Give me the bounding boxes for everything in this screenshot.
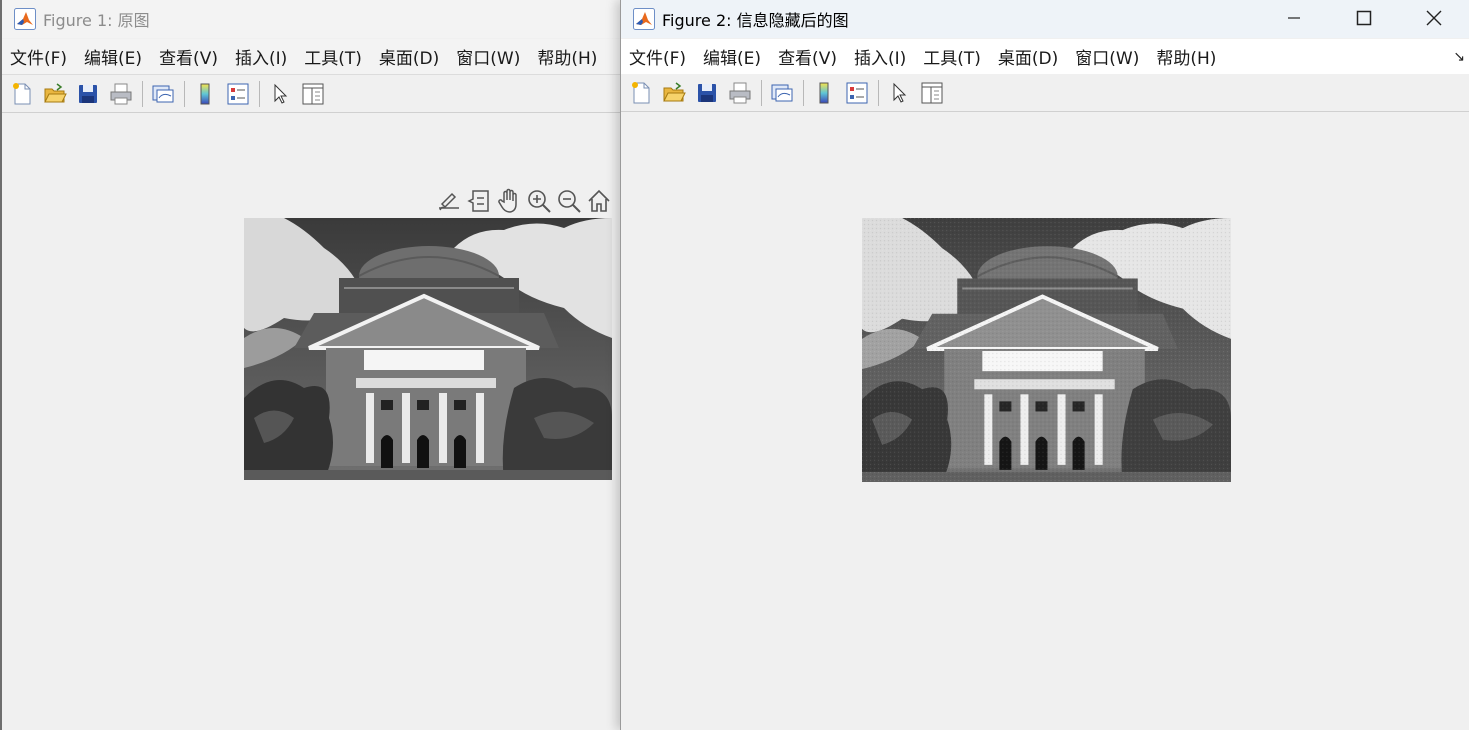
toolbar-separator [259,80,260,107]
open-file-icon[interactable] [41,80,69,108]
figure2-titlebar[interactable]: Figure 2: 信息隐藏后的图 [621,0,1469,38]
toolbar-separator [878,79,879,106]
zoom-in-icon[interactable] [524,186,554,216]
save-icon[interactable] [74,80,102,108]
toolbar-separator [803,79,804,106]
window-controls [1259,0,1469,36]
data-tips-icon[interactable] [464,186,494,216]
figure1-titlebar[interactable]: Figure 1: 原图 [2,0,622,38]
minimize-button[interactable] [1259,0,1329,36]
maximize-icon [1356,10,1372,26]
print-icon[interactable] [726,79,754,107]
toolbar-separator [184,80,185,107]
brush-data-icon[interactable] [434,186,464,216]
toolbar-separator [761,79,762,106]
menu-tools[interactable]: 工具(T) [304,44,362,69]
restore-view-icon[interactable] [584,186,614,216]
open-file-icon[interactable] [660,79,688,107]
window-title: Figure 1: 原图 [43,11,150,30]
colorbar-icon[interactable] [810,79,838,107]
axes-toolbar [434,186,614,216]
legend-icon[interactable] [843,79,871,107]
minimize-icon [1288,17,1300,19]
toolbar-separator [142,80,143,107]
figure-toolbar [621,74,1469,112]
figure2-window[interactable]: Figure 2: 信息隐藏后的图 文件(F) 编辑(E) 查看(V) 插入(I… [620,0,1469,730]
figure1-window[interactable]: Figure 1: 原图 文件(F) 编辑(E) 查看(V) 插入(I) 工具(… [0,0,622,730]
menu-bar: 文件(F) 编辑(E) 查看(V) 插入(I) 工具(T) 桌面(D) 窗口(W… [2,39,622,75]
menu-overflow-icon[interactable]: ↘ [1453,49,1465,65]
edit-plot-icon[interactable] [266,80,294,108]
menu-help[interactable]: 帮助(H) [1156,44,1216,69]
maximize-button[interactable] [1329,0,1399,36]
menu-window[interactable]: 窗口(W) [1075,44,1139,69]
new-figure-icon[interactable] [8,80,36,108]
menu-insert[interactable]: 插入(I) [235,44,287,69]
menu-desktop[interactable]: 桌面(D) [379,44,439,69]
menu-insert[interactable]: 插入(I) [854,44,906,69]
property-inspector-icon[interactable] [918,79,946,107]
menu-view[interactable]: 查看(V) [778,44,837,69]
menu-file[interactable]: 文件(F) [629,44,686,69]
new-figure-icon[interactable] [627,79,655,107]
close-icon [1426,10,1442,26]
colorbar-icon[interactable] [191,80,219,108]
matlab-logo-icon [633,8,655,30]
edit-plot-icon[interactable] [885,79,913,107]
menu-window[interactable]: 窗口(W) [456,44,520,69]
figure-toolbar [2,75,622,113]
original-image [244,218,612,480]
zoom-out-icon[interactable] [554,186,584,216]
stego-image [862,218,1231,482]
menu-file[interactable]: 文件(F) [10,44,67,69]
menu-view[interactable]: 查看(V) [159,44,218,69]
window-title: Figure 2: 信息隐藏后的图 [662,11,849,30]
property-inspector-icon[interactable] [299,80,327,108]
menu-desktop[interactable]: 桌面(D) [998,44,1058,69]
matlab-logo-icon [14,8,36,30]
close-button[interactable] [1399,0,1469,36]
print-icon[interactable] [107,80,135,108]
menu-tools[interactable]: 工具(T) [923,44,981,69]
pan-hand-icon[interactable] [494,186,524,216]
link-plot-icon[interactable] [768,79,796,107]
menu-help[interactable]: 帮助(H) [537,44,597,69]
menu-edit[interactable]: 编辑(E) [84,44,142,69]
legend-icon[interactable] [224,80,252,108]
menu-edit[interactable]: 编辑(E) [703,44,761,69]
menu-bar: 文件(F) 编辑(E) 查看(V) 插入(I) 工具(T) 桌面(D) 窗口(W… [621,39,1469,75]
save-icon[interactable] [693,79,721,107]
link-plot-icon[interactable] [149,80,177,108]
